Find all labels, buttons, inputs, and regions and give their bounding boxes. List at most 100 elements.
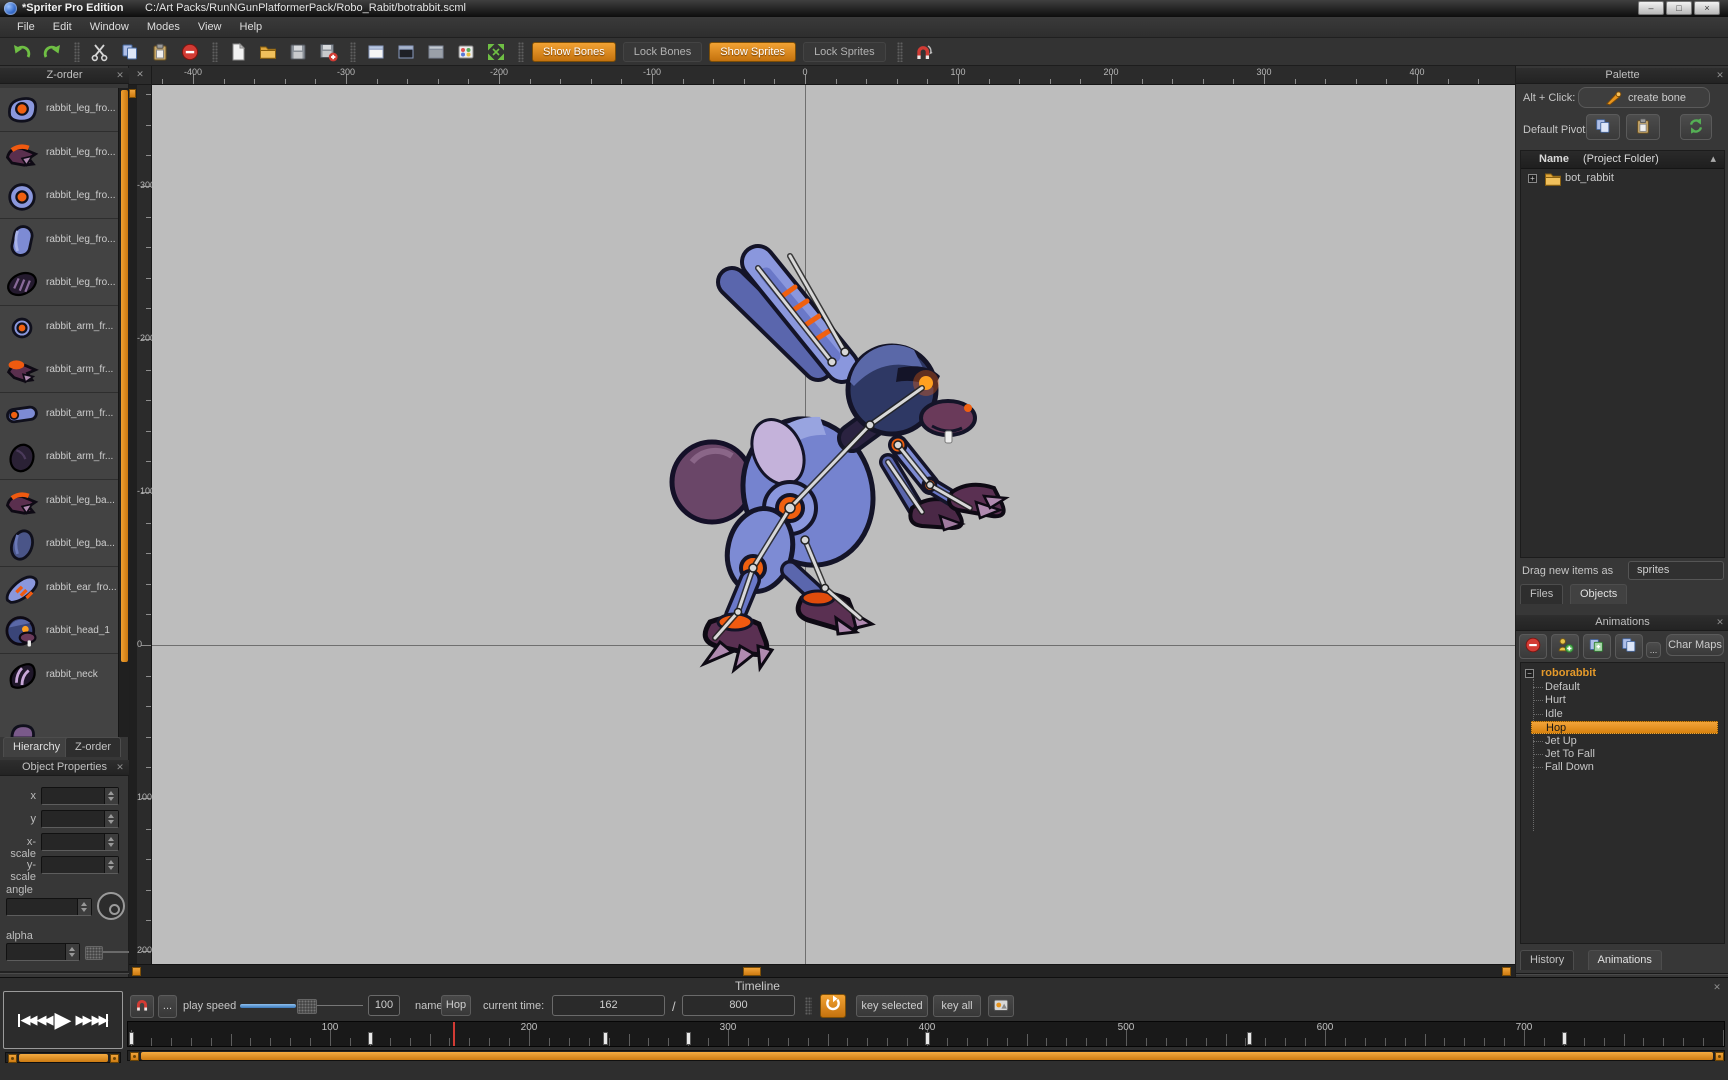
window-normal-icon[interactable] bbox=[364, 41, 388, 63]
collapse-caret-icon[interactable]: ▴ bbox=[1710, 151, 1716, 167]
y-scale-input[interactable] bbox=[41, 856, 119, 874]
keyframe-marker[interactable] bbox=[925, 1032, 930, 1045]
canvas-vertical-scrollbar[interactable] bbox=[129, 85, 137, 964]
keyframe-options-button[interactable] bbox=[988, 995, 1014, 1017]
keyframe-marker[interactable] bbox=[129, 1032, 134, 1045]
zorder-item[interactable]: rabbit_leg_fro... bbox=[0, 132, 118, 176]
alpha-slider-track[interactable] bbox=[103, 951, 129, 953]
color-palette-icon[interactable] bbox=[454, 41, 478, 63]
timeline-scroll-right-handle[interactable] bbox=[1715, 1052, 1724, 1061]
timeline-close-icon[interactable]: ✕ bbox=[1712, 982, 1722, 992]
play-speed-slider-fill[interactable] bbox=[240, 1004, 296, 1008]
x-scale-spinner[interactable] bbox=[104, 834, 118, 850]
animation-hop[interactable]: Hop bbox=[1531, 721, 1718, 734]
new-animation-button[interactable] bbox=[1551, 634, 1579, 659]
new-file-icon[interactable] bbox=[226, 41, 250, 63]
zorder-item[interactable]: rabbit_leg_fro... bbox=[0, 262, 118, 306]
snap-button[interactable] bbox=[130, 995, 154, 1018]
canvas-horizontal-scrollbar[interactable] bbox=[129, 964, 1515, 977]
x-spinner[interactable] bbox=[104, 788, 118, 804]
zorder-item[interactable]: rabbit_arm_fr... bbox=[0, 349, 118, 393]
menu-view[interactable]: View bbox=[189, 19, 231, 35]
tab-z-order[interactable]: Z-order bbox=[65, 737, 121, 757]
canvas-hscroll-thumb[interactable] bbox=[743, 967, 761, 976]
zorder-item[interactable]: rabbit_leg_fro... bbox=[0, 219, 118, 263]
total-time-input[interactable]: 800 bbox=[682, 995, 795, 1016]
timeline-more-button[interactable]: ... bbox=[158, 995, 177, 1018]
menu-edit[interactable]: Edit bbox=[44, 19, 81, 35]
cut-icon[interactable] bbox=[88, 41, 112, 63]
zorder-scrollbar[interactable] bbox=[118, 88, 129, 737]
loop-toggle-button[interactable] bbox=[820, 994, 846, 1018]
palette-close-icon[interactable]: ✕ bbox=[1715, 70, 1725, 80]
x-input[interactable] bbox=[41, 787, 119, 805]
window-dark-icon[interactable] bbox=[394, 41, 418, 63]
play-speed-slider-handle[interactable] bbox=[297, 999, 317, 1014]
copy-pivot-button[interactable] bbox=[1586, 114, 1620, 140]
zorder-item[interactable]: rabbit_arm_fr... bbox=[0, 306, 118, 350]
timeline-ruler[interactable]: 100200300400500600700 bbox=[127, 1021, 1725, 1047]
save-icon[interactable] bbox=[286, 41, 310, 63]
animation-name-value[interactable]: Hop bbox=[441, 995, 471, 1016]
zorder-item[interactable]: rabbit_head_1 bbox=[0, 610, 118, 654]
alpha-input[interactable] bbox=[6, 943, 80, 961]
animation-default[interactable]: Default bbox=[1545, 681, 1580, 694]
tab-hierarchy[interactable]: Hierarchy bbox=[3, 737, 70, 757]
zorder-item[interactable]: rabbit_ear_fro... bbox=[0, 567, 118, 611]
copy-animation-button[interactable] bbox=[1615, 634, 1643, 659]
show-sprites-button[interactable]: Show Sprites bbox=[709, 42, 796, 62]
refresh-pivot-button[interactable] bbox=[1680, 114, 1712, 140]
snap-magnet-icon[interactable] bbox=[911, 41, 935, 63]
playback-scroll-thumb[interactable] bbox=[19, 1054, 108, 1062]
play-button[interactable]: ▶ bbox=[55, 1007, 72, 1033]
y-input[interactable] bbox=[41, 810, 119, 828]
paste-pivot-button[interactable] bbox=[1626, 114, 1660, 140]
angle-input[interactable] bbox=[6, 898, 92, 916]
create-bone-button[interactable]: create bone bbox=[1578, 87, 1710, 108]
copy-icon[interactable] bbox=[118, 41, 142, 63]
lock-bones-button[interactable]: Lock Bones bbox=[623, 42, 702, 62]
zorder-item[interactable]: rabbit_leg_fro... bbox=[0, 175, 118, 219]
y-spinner[interactable] bbox=[104, 811, 118, 827]
lock-sprites-button[interactable]: Lock Sprites bbox=[803, 42, 886, 62]
tab-files[interactable]: Files bbox=[1520, 584, 1563, 604]
zorder-item[interactable]: rabbit_arm_fr... bbox=[0, 436, 118, 480]
open-folder-icon[interactable] bbox=[256, 41, 280, 63]
keyframe-marker[interactable] bbox=[686, 1032, 691, 1045]
zorder-item[interactable]: rabbit_neck bbox=[0, 654, 118, 698]
zorder-item[interactable]: rabbit_leg_fro... bbox=[0, 88, 118, 132]
paste-icon[interactable] bbox=[148, 41, 172, 63]
canvas-hscroll-left-handle[interactable] bbox=[132, 967, 141, 976]
animation-fall-down[interactable]: Fall Down bbox=[1545, 761, 1594, 774]
animation-root-label[interactable]: roborabbit bbox=[1541, 667, 1596, 679]
keyframe-marker[interactable] bbox=[368, 1032, 373, 1045]
playback-scrollbar[interactable] bbox=[5, 1052, 121, 1063]
y-scale-spinner[interactable] bbox=[104, 857, 118, 873]
skip-to-end-button[interactable]: ▶▶ bbox=[91, 1012, 109, 1028]
char-maps-button[interactable]: Char Maps bbox=[1666, 634, 1724, 656]
undo-icon[interactable] bbox=[10, 41, 34, 63]
playback-scroll-right-handle[interactable] bbox=[110, 1054, 119, 1063]
play-speed-slider-track[interactable] bbox=[317, 1005, 363, 1006]
animation-idle[interactable]: Idle bbox=[1545, 708, 1563, 721]
keyframe-marker[interactable] bbox=[603, 1032, 608, 1045]
zorder-close-icon[interactable]: ✕ bbox=[115, 70, 125, 80]
zorder-item[interactable]: rabbit_arm_fr... bbox=[0, 393, 118, 437]
canvas-vscroll-thumb[interactable] bbox=[129, 89, 136, 98]
zorder-item[interactable] bbox=[0, 697, 118, 737]
playback-scroll-left-handle[interactable] bbox=[8, 1054, 17, 1063]
collapse-minus-icon[interactable]: − bbox=[1525, 669, 1534, 678]
expand-plus-icon[interactable]: + bbox=[1528, 174, 1537, 183]
alpha-spinner[interactable] bbox=[65, 944, 79, 960]
window-gray-icon[interactable] bbox=[424, 41, 448, 63]
animation-hurt[interactable]: Hurt bbox=[1545, 694, 1566, 707]
expand-view-icon[interactable] bbox=[484, 41, 508, 63]
menu-modes[interactable]: Modes bbox=[138, 19, 189, 35]
close-button[interactable]: × bbox=[1694, 1, 1720, 15]
show-bones-button[interactable]: Show Bones bbox=[532, 42, 616, 62]
menu-help[interactable]: Help bbox=[231, 19, 272, 35]
play-speed-value[interactable]: 100 bbox=[368, 995, 400, 1016]
title-bar[interactable]: *Spriter Pro Edition C:/Art Packs/RunNGu… bbox=[0, 0, 1728, 17]
timeline-scroll-thumb[interactable] bbox=[141, 1052, 1713, 1060]
key-all-button[interactable]: key all bbox=[933, 995, 981, 1017]
